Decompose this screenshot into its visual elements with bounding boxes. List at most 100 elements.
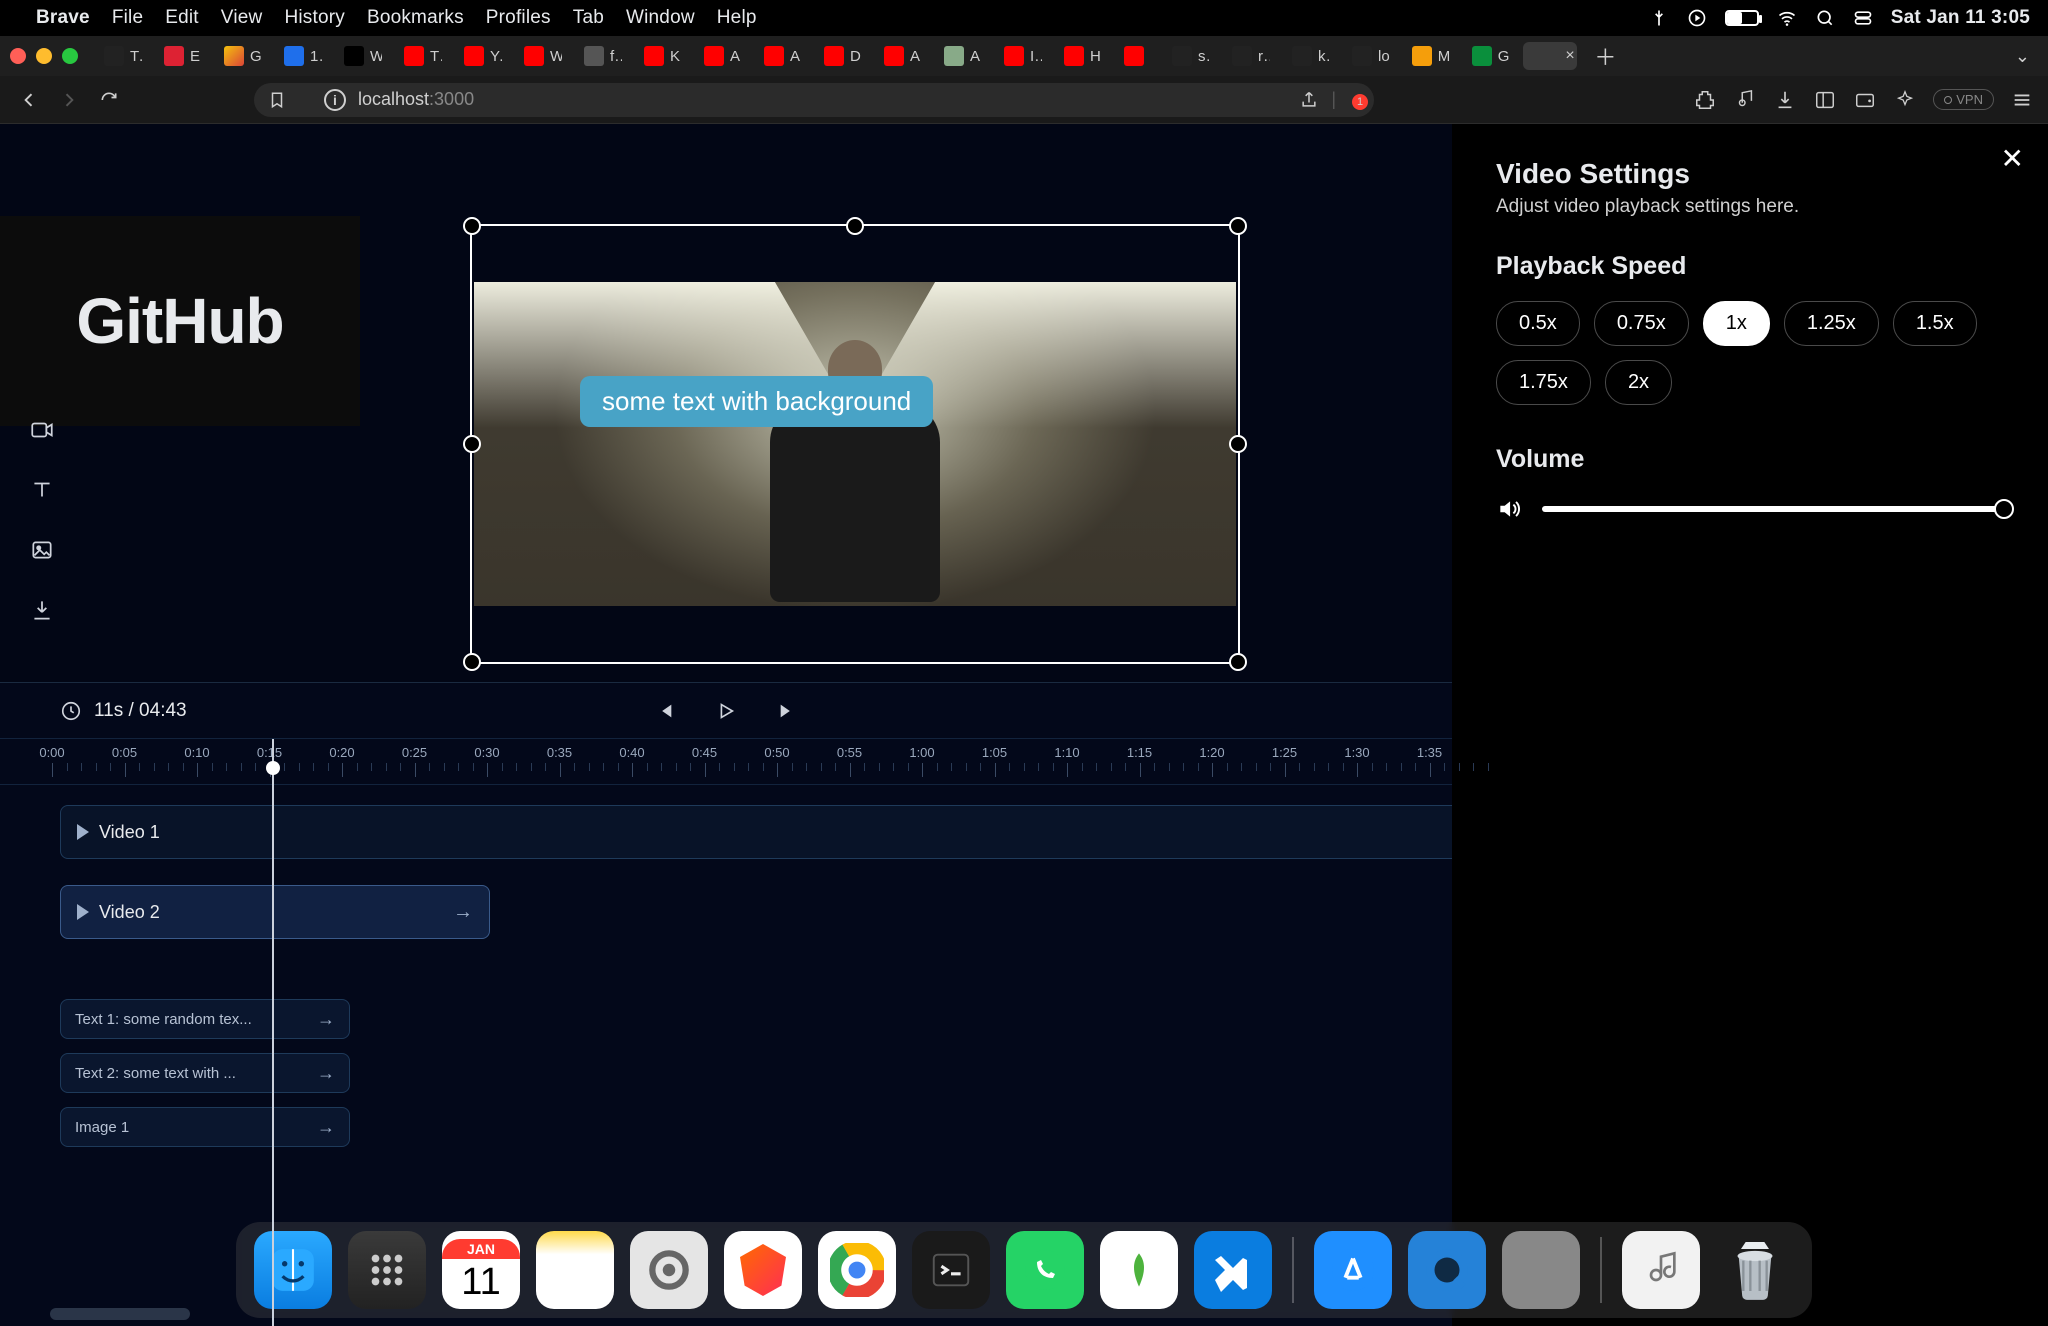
dock-music-file[interactable] [1622, 1231, 1700, 1309]
play-button[interactable] [712, 697, 740, 725]
text-tool-icon[interactable] [26, 474, 58, 506]
browser-tab[interactable]: Hi [1056, 42, 1110, 70]
dock-launchpad[interactable] [348, 1231, 426, 1309]
menu-file[interactable]: File [112, 7, 143, 29]
dock-vscode[interactable] [1194, 1231, 1272, 1309]
clip-text-2[interactable]: Text 2: some text with ... → [60, 1053, 350, 1093]
speed-pill[interactable]: 1.75x [1496, 360, 1591, 405]
browser-tab[interactable]: Ka [636, 42, 690, 70]
timeline-scrollbar[interactable] [50, 1308, 190, 1320]
image-tool-icon[interactable] [26, 534, 58, 566]
clip-text-1[interactable]: Text 1: some random tex... → [60, 999, 350, 1039]
dock-mongodb[interactable] [1100, 1231, 1178, 1309]
speed-pill[interactable]: 1x [1703, 301, 1770, 346]
video-tool-icon[interactable] [26, 414, 58, 446]
resize-handle-sw[interactable] [463, 653, 481, 671]
export-tool-icon[interactable] [26, 594, 58, 626]
browser-tab[interactable]: Ty [96, 42, 150, 70]
speed-pill[interactable]: 2x [1605, 360, 1672, 405]
browser-tab[interactable]: riz [1224, 42, 1278, 70]
browser-tab[interactable]: Go [216, 42, 270, 70]
music-icon[interactable] [1733, 88, 1757, 112]
browser-tab[interactable]: M [1404, 42, 1458, 70]
browser-tab[interactable]: lo [1344, 42, 1398, 70]
window-close-icon[interactable] [10, 48, 26, 64]
browser-tab[interactable]: Th [396, 42, 450, 70]
browser-tab[interactable]: Di [816, 42, 870, 70]
browser-tab[interactable]: fro [576, 42, 630, 70]
extensions-icon[interactable] [1693, 88, 1717, 112]
new-tab-button[interactable]: ＋ [1591, 42, 1619, 70]
address-bar[interactable]: i localhost:3000 | 1 [254, 83, 1374, 117]
menu-edit[interactable]: Edit [165, 7, 199, 29]
browser-tab[interactable]: × [1523, 42, 1577, 70]
tabs-overflow-button[interactable]: ⌄ [2007, 42, 2038, 71]
dock-brave[interactable] [724, 1231, 802, 1309]
resize-handle-nw[interactable] [463, 217, 481, 235]
browser-tab[interactable]: kh [1284, 42, 1338, 70]
browser-tab[interactable]: sa [1164, 42, 1218, 70]
dock-quicktime[interactable] [1408, 1231, 1486, 1309]
dock-notes[interactable] [536, 1231, 614, 1309]
playhead[interactable] [272, 739, 274, 1326]
sparkle-icon[interactable] [1893, 88, 1917, 112]
raycast-icon[interactable] [1649, 8, 1669, 28]
browser-tab[interactable]: AI [756, 42, 810, 70]
battery-icon[interactable] [1725, 10, 1759, 26]
skip-forward-button[interactable] [774, 697, 802, 725]
app-name[interactable]: Brave [36, 7, 90, 29]
close-panel-icon[interactable]: ✕ [2001, 142, 2024, 175]
browser-tab[interactable]: AI [936, 42, 990, 70]
wifi-icon[interactable] [1777, 8, 1797, 28]
window-minimize-icon[interactable] [36, 48, 52, 64]
resize-handle-se[interactable] [1229, 653, 1247, 671]
resize-handle-e[interactable] [1229, 435, 1247, 453]
clip-image-1[interactable]: Image 1 → [60, 1107, 350, 1147]
hamburger-menu-icon[interactable] [2010, 88, 2034, 112]
share-icon[interactable] [1299, 90, 1319, 110]
sidebar-icon[interactable] [1813, 88, 1837, 112]
browser-tab[interactable]: Yo [456, 42, 510, 70]
skip-back-button[interactable] [650, 697, 678, 725]
downloads-icon[interactable] [1773, 88, 1797, 112]
dock-misc-app[interactable] [1502, 1231, 1580, 1309]
browser-tab[interactable]: W [336, 42, 390, 70]
menu-history[interactable]: History [284, 7, 345, 29]
tab-close-icon[interactable]: × [1565, 47, 1574, 65]
browser-tab[interactable]: G [1464, 42, 1518, 70]
vpn-button[interactable]: VPN [1933, 89, 1994, 110]
dock-whatsapp[interactable] [1006, 1231, 1084, 1309]
site-info-icon[interactable]: i [324, 89, 346, 111]
browser-tab[interactable]: EC [156, 42, 210, 70]
speed-pill[interactable]: 0.75x [1594, 301, 1689, 346]
clip-video-1[interactable]: Video 1 [60, 805, 1452, 859]
menu-profiles[interactable]: Profiles [486, 7, 551, 29]
browser-tab[interactable] [1116, 42, 1158, 70]
window-zoom-icon[interactable] [62, 48, 78, 64]
browser-tab[interactable]: AI [696, 42, 750, 70]
menu-clock[interactable]: Sat Jan 11 3:05 [1891, 7, 2030, 29]
browser-tab[interactable]: Isl [996, 42, 1050, 70]
control-center-icon[interactable] [1853, 8, 1873, 28]
speed-pill[interactable]: 0.5x [1496, 301, 1580, 346]
dock-trash[interactable] [1716, 1231, 1794, 1309]
volume-thumb[interactable] [1994, 499, 2014, 519]
reload-button[interactable] [94, 85, 124, 115]
dock-terminal[interactable] [912, 1231, 990, 1309]
timeline-ruler[interactable]: 0:000:050:100:150:200:250:300:350:400:45… [0, 739, 1452, 785]
speed-pill[interactable]: 1.25x [1784, 301, 1879, 346]
volume-icon[interactable] [1496, 496, 1522, 522]
clip-video-2[interactable]: Video 2 → [60, 885, 490, 939]
volume-slider[interactable] [1542, 506, 2004, 512]
browser-tab[interactable]: W [516, 42, 570, 70]
browser-tab[interactable]: As [876, 42, 930, 70]
selection-box[interactable] [470, 224, 1240, 664]
wallet-icon[interactable] [1853, 88, 1877, 112]
dock-finder[interactable] [254, 1231, 332, 1309]
back-button[interactable] [14, 85, 44, 115]
menu-bookmarks[interactable]: Bookmarks [367, 7, 464, 29]
dock-chrome[interactable] [818, 1231, 896, 1309]
speed-pill[interactable]: 1.5x [1893, 301, 1977, 346]
dock-appstore[interactable] [1314, 1231, 1392, 1309]
resize-handle-ne[interactable] [1229, 217, 1247, 235]
